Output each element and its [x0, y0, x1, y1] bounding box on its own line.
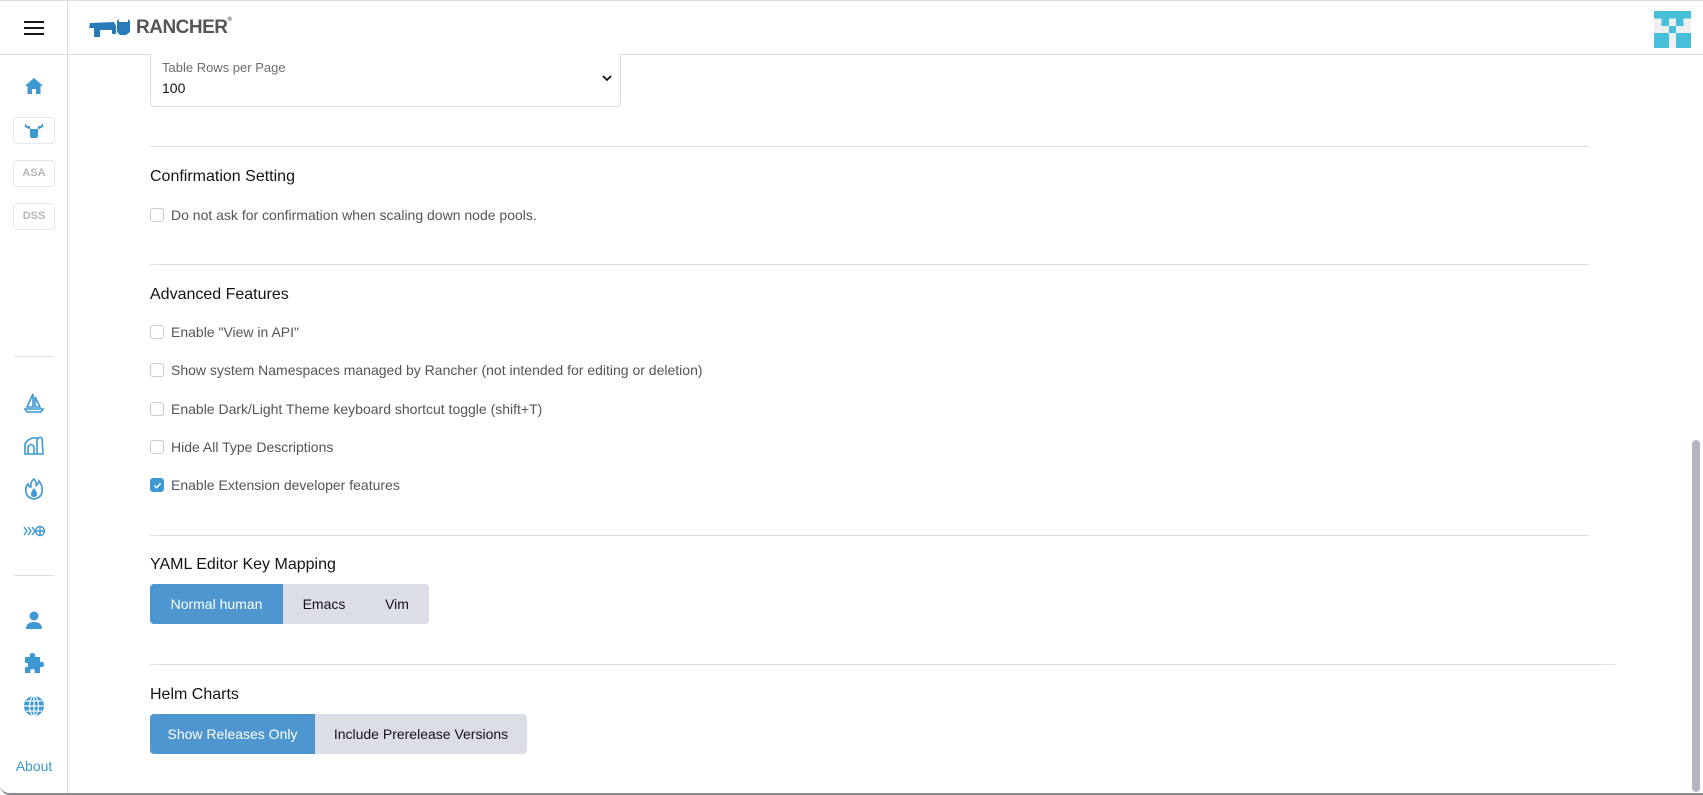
checkbox-label: Show system Namespaces managed by Ranche… [171, 362, 703, 378]
keymap-emacs-button[interactable]: Emacs [283, 584, 365, 624]
checkbox-label: Enable Extension developer features [171, 477, 400, 493]
helm-charts-button-group: Show Releases Only Include Prerelease Ve… [150, 714, 527, 754]
section-divider [150, 664, 1615, 665]
nav-longhorn[interactable] [0, 513, 68, 549]
checkbox-box[interactable] [150, 208, 164, 222]
home-icon [25, 78, 43, 94]
hamburger-menu-button[interactable] [0, 1, 68, 55]
yaml-keymap-button-group: Normal human Emacs Vim [150, 584, 429, 624]
include-prerelease-button[interactable]: Include Prerelease Versions [315, 714, 527, 754]
rancher-logo[interactable]: RANCHER® [88, 17, 232, 39]
sailboat-icon [23, 393, 45, 413]
checkbox-box-checked[interactable] [150, 478, 164, 492]
helm-charts-title: Helm Charts [150, 686, 239, 703]
checkbox-label: Do not ask for confirmation when scaling… [171, 207, 537, 223]
nav-home[interactable] [0, 68, 68, 104]
nav-cluster-management[interactable] [0, 427, 68, 463]
nav-divider [14, 356, 54, 357]
nav-continuous-delivery[interactable] [0, 385, 68, 421]
keymap-vim-button[interactable]: Vim [365, 584, 429, 624]
checkbox-label: Enable "View in API" [171, 324, 299, 340]
nav-global-settings[interactable] [0, 688, 68, 724]
barn-icon [24, 436, 44, 455]
checkbox-hide-type-descriptions[interactable]: Hide All Type Descriptions [150, 439, 333, 455]
table-rows-value: 100 [162, 80, 186, 96]
show-releases-only-button[interactable]: Show Releases Only [150, 714, 315, 754]
checkbox-box[interactable] [150, 440, 164, 454]
section-divider [150, 264, 1589, 265]
user-icon [26, 611, 42, 629]
side-navigation: ASA DSS About [0, 55, 68, 793]
identicon-icon [1654, 11, 1691, 48]
checkbox-no-confirm-scale-down[interactable]: Do not ask for confirmation when scaling… [150, 207, 537, 223]
globe-icon [24, 695, 44, 717]
flame-icon [24, 478, 43, 500]
checkbox-box[interactable] [150, 363, 164, 377]
cluster-dss-badge: DSS [13, 202, 55, 230]
chevron-down-icon [602, 75, 612, 82]
checkbox-theme-shortcut[interactable]: Enable Dark/Light Theme keyboard shortcu… [150, 401, 542, 417]
checkbox-label: Enable Dark/Light Theme keyboard shortcu… [171, 401, 543, 417]
user-avatar[interactable] [1654, 11, 1691, 48]
table-rows-label: Table Rows per Page [162, 60, 286, 75]
checkbox-extension-developer[interactable]: Enable Extension developer features [150, 477, 400, 493]
puzzle-icon [25, 653, 44, 673]
section-divider [150, 146, 1589, 147]
nav-local-cluster[interactable] [0, 112, 68, 148]
nav-cluster-dss[interactable]: DSS [0, 198, 68, 234]
vertical-scrollbar[interactable] [1692, 440, 1700, 792]
nav-cluster-asa[interactable]: ASA [0, 155, 68, 191]
braid-icon [23, 525, 46, 537]
rancher-cow-icon [25, 123, 43, 138]
confirmation-setting-title: Confirmation Setting [150, 168, 295, 185]
checkbox-box[interactable] [150, 402, 164, 416]
checkbox-label: Hide All Type Descriptions [171, 439, 334, 455]
top-header: RANCHER® [0, 0, 1703, 55]
local-cluster-badge [13, 116, 55, 144]
main-content: Table Rows per Page 100 Confirmation Set… [69, 54, 1689, 793]
table-rows-per-page-select[interactable]: Table Rows per Page 100 [150, 54, 621, 107]
cluster-asa-badge: ASA [13, 159, 55, 187]
checkbox-box[interactable] [150, 325, 164, 339]
rancher-cow-logo-icon [89, 19, 130, 37]
advanced-features-title: Advanced Features [150, 286, 289, 303]
about-link[interactable]: About [0, 758, 68, 774]
yaml-keymap-title: YAML Editor Key Mapping [150, 556, 336, 573]
brand-name: RANCHER® [136, 17, 232, 38]
checkbox-show-system-namespaces[interactable]: Show system Namespaces managed by Ranche… [150, 362, 703, 378]
nav-extensions[interactable] [0, 645, 68, 681]
checkmark-icon [153, 482, 161, 489]
nav-virtualization[interactable] [0, 471, 68, 507]
nav-divider [14, 575, 54, 576]
checkbox-view-in-api[interactable]: Enable "View in API" [150, 324, 299, 340]
nav-users-auth[interactable] [0, 602, 68, 638]
hamburger-menu-icon [23, 21, 44, 35]
section-divider [150, 535, 1589, 536]
keymap-normal-human-button[interactable]: Normal human [150, 584, 283, 624]
browser-window: RANCHER® ASA DSS About Table Rows per Pa… [0, 0, 1703, 795]
